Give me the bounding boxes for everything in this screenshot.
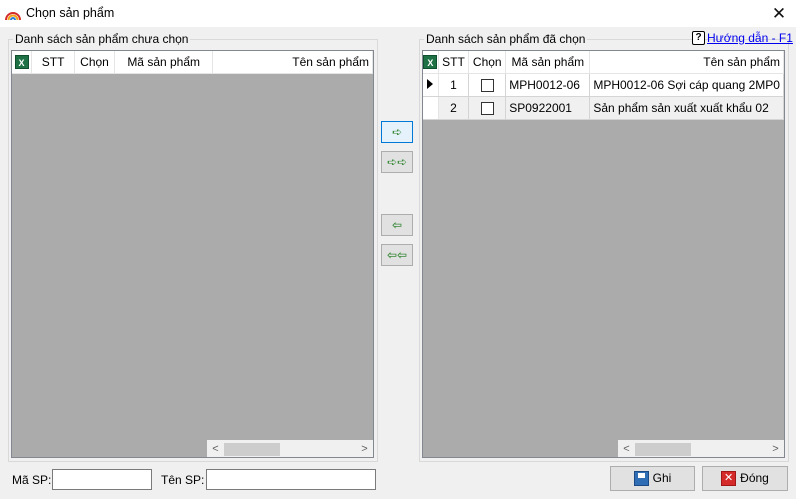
scroll-right-icon[interactable]: > <box>356 441 373 457</box>
add-selected-button[interactable]: ➪ <box>381 121 413 143</box>
remove-selected-button[interactable]: ⇦ <box>381 214 413 236</box>
close-button-label: Đóng <box>740 471 769 485</box>
column-header-stt[interactable]: STT <box>31 51 76 74</box>
scroll-left-icon[interactable]: < <box>618 441 635 457</box>
ten-sp-label: Tên SP: <box>161 473 205 487</box>
title-bar: Chọn sản phẩm ✕ <box>0 0 796 28</box>
scroll-thumb[interactable] <box>224 443 280 456</box>
help-icon: ? <box>692 30 705 45</box>
table-row[interactable]: 1 MPH0012-06 MPH0012-06 Sợi cáp quang 2M… <box>423 73 784 97</box>
selected-products-grid[interactable]: X STT Chọn Mã sản phẩm Tên sản phẩm 1 MP… <box>422 50 785 458</box>
horizontal-scrollbar[interactable]: < > <box>207 440 373 457</box>
column-header-ten-san-pham[interactable]: Tên sản phẩm <box>212 51 373 74</box>
row-ten-san-pham: MPH0012-06 Sợi cáp quang 2MP0 <box>589 73 784 97</box>
row-select-checkbox[interactable] <box>468 73 507 97</box>
column-header-chon[interactable]: Chọn <box>468 51 507 74</box>
add-all-button[interactable]: ➪➪ <box>381 151 413 173</box>
ma-sp-input[interactable] <box>52 469 152 490</box>
column-header-chon[interactable]: Chọn <box>74 51 115 74</box>
remove-all-button[interactable]: ⇦⇦ <box>381 244 413 266</box>
column-header-ma-san-pham[interactable]: Mã sản phẩm <box>505 51 591 74</box>
save-icon <box>633 471 649 487</box>
export-excel-icon[interactable]: X <box>423 51 439 74</box>
rainbow-app-icon <box>5 12 21 21</box>
scroll-right-icon[interactable]: > <box>767 441 784 457</box>
table-row[interactable]: 2 SP0922001 Sản phẩm sản xuất xuất khẩu … <box>423 96 784 120</box>
close-button[interactable]: ✕ Đóng <box>702 466 788 491</box>
unselected-products-table: X STT Chọn Mã sản phẩm Tên sản phẩm <box>12 51 373 74</box>
row-ma-san-pham: SP0922001 <box>505 96 591 120</box>
save-button[interactable]: Ghi <box>610 466 695 491</box>
column-header-stt[interactable]: STT <box>438 51 470 74</box>
horizontal-scrollbar[interactable]: < > <box>618 440 784 457</box>
column-header-ten-san-pham[interactable]: Tên sản phẩm <box>589 51 784 74</box>
row-select-checkbox[interactable] <box>468 96 507 120</box>
row-stt: 2 <box>438 96 470 120</box>
current-row-indicator-icon <box>423 73 439 97</box>
help-link-area[interactable]: ? Hướng dẫn - F1 <box>692 30 793 46</box>
row-ten-san-pham: Sản phẩm sản xuất xuất khẩu 02 <box>589 96 784 120</box>
scroll-thumb[interactable] <box>635 443 691 456</box>
ten-sp-input[interactable] <box>206 469 376 490</box>
close-icon: ✕ <box>721 471 737 487</box>
unselected-products-grid[interactable]: X STT Chọn Mã sản phẩm Tên sản phẩm < > <box>11 50 374 458</box>
ma-sp-label: Mã SP: <box>12 473 52 487</box>
selected-products-table: X STT Chọn Mã sản phẩm Tên sản phẩm 1 MP… <box>423 51 784 120</box>
column-header-ma-san-pham[interactable]: Mã sản phẩm <box>114 51 214 74</box>
row-stt: 1 <box>438 73 470 97</box>
row-ma-san-pham: MPH0012-06 <box>505 73 591 97</box>
selected-products-legend: Danh sách sản phẩm đã chọn <box>426 32 586 46</box>
help-link[interactable]: Hướng dẫn - F1 <box>707 31 793 45</box>
close-window-button[interactable]: ✕ <box>768 3 790 25</box>
export-excel-icon[interactable]: X <box>12 51 33 74</box>
row-header <box>423 96 439 120</box>
window-title: Chọn sản phẩm <box>26 6 115 20</box>
save-button-label: Ghi <box>652 471 672 485</box>
scroll-left-icon[interactable]: < <box>207 441 224 457</box>
unselected-products-legend: Danh sách sản phẩm chưa chọn <box>15 32 189 46</box>
